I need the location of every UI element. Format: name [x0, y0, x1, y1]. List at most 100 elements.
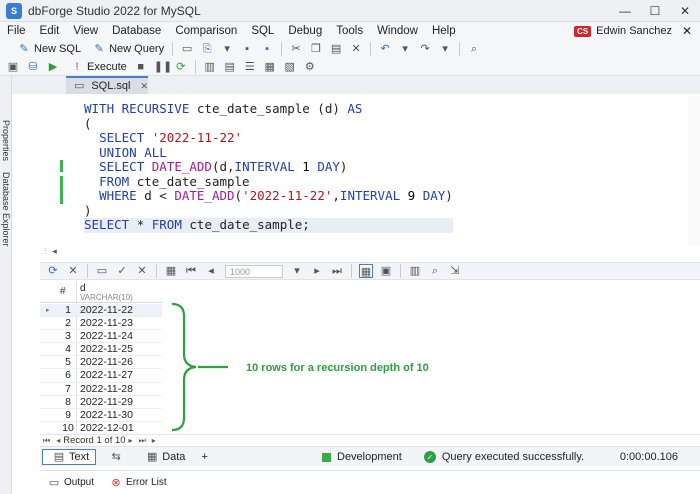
undo-icon[interactable]: ↶	[378, 42, 392, 56]
first-page-icon[interactable]: ⏮	[184, 264, 198, 278]
table-row[interactable]: 10 2022-12-01	[40, 422, 162, 435]
grid-icon[interactable]: ▦	[164, 264, 178, 278]
menu-file[interactable]: File	[0, 25, 33, 37]
undo-dropdown-icon[interactable]: ▾	[398, 42, 412, 56]
cell-d[interactable]: 2022-11-28	[80, 383, 133, 395]
execute-button[interactable]: ! Execute	[67, 60, 126, 74]
paste-icon[interactable]: ▤	[329, 42, 343, 56]
connection-icon[interactable]: ▣	[6, 60, 20, 74]
table-row[interactable]: 6 2022-11-27	[40, 369, 162, 383]
scroll-right-icon[interactable]: ▸	[152, 436, 156, 445]
table-row[interactable]: ▸ 1 2022-11-22	[40, 304, 162, 318]
table-row[interactable]: 5 2022-11-26	[40, 356, 162, 370]
menu-comparison[interactable]: Comparison	[168, 25, 244, 37]
layout-icon[interactable]: ▦	[263, 60, 277, 74]
new-query-button[interactable]: ✎ New Query	[89, 42, 164, 56]
user-account[interactable]: CS Edwin Sanchez	[574, 22, 672, 40]
new-document-icon[interactable]: ▭	[180, 42, 194, 56]
table-row[interactable]: 3 2022-11-24	[40, 330, 162, 344]
apply-icon[interactable]: ✓	[115, 264, 129, 278]
code-line[interactable]: SELECT '2022-11-22'	[84, 130, 453, 146]
refresh-grid-icon[interactable]: ⟳	[46, 264, 60, 278]
cell-d[interactable]: 2022-11-23	[80, 317, 133, 329]
last-record-icon[interactable]: ⏭	[139, 436, 146, 446]
delete-icon[interactable]: ✕	[349, 42, 363, 56]
code-line[interactable]: (	[84, 116, 453, 132]
cell-d[interactable]: 2022-11-30	[80, 409, 133, 421]
menu-database[interactable]: Database	[105, 25, 168, 37]
open-icon[interactable]: ⎘	[200, 42, 214, 56]
cell-d[interactable]: 2022-12-01	[80, 422, 134, 434]
table-row[interactable]: 2 2022-11-23	[40, 317, 162, 331]
maximize-button[interactable]: ☐	[640, 0, 670, 22]
code-line[interactable]: WITH RECURSIVE cte_date_sample (d) AS	[84, 101, 453, 117]
cell-d[interactable]: 2022-11-24	[80, 330, 133, 342]
first-record-icon[interactable]: ⏮	[43, 436, 50, 446]
save-icon[interactable]: ▪	[240, 42, 254, 56]
dropdown-icon[interactable]: ▾	[220, 42, 234, 56]
redo-icon[interactable]: ↷	[418, 42, 432, 56]
page-size-dropdown-icon[interactable]: ▾	[290, 264, 304, 278]
new-sql-button[interactable]: ✎ New SQL	[14, 42, 81, 56]
menu-help[interactable]: Help	[425, 25, 463, 37]
pause-icon[interactable]: ❚❚	[154, 60, 172, 74]
cancel-icon[interactable]: ✕	[66, 264, 80, 278]
code-area[interactable]: WITH RECURSIVE cte_date_sample (d) AS( S…	[84, 101, 453, 233]
refresh-icon[interactable]: ⟳	[174, 60, 188, 74]
code-line[interactable]: )	[84, 203, 453, 219]
prev-record-icon[interactable]: ◂	[56, 436, 60, 445]
menu-sql[interactable]: SQL	[244, 25, 281, 37]
tab-data[interactable]: ▦ Data	[136, 449, 191, 465]
minimize-button[interactable]: —	[610, 0, 640, 22]
tab-text[interactable]: ▤ Text	[42, 448, 97, 465]
save-all-icon[interactable]: ▪	[260, 42, 274, 56]
menu-edit[interactable]: Edit	[33, 25, 67, 37]
stop-icon[interactable]: ■	[134, 60, 148, 74]
prev-page-icon[interactable]: ◂	[204, 264, 218, 278]
menu-window[interactable]: Window	[370, 25, 425, 37]
next-page-icon[interactable]: ▸	[310, 264, 324, 278]
code-line[interactable]: SELECT DATE_ADD(d,INTERVAL 1 DAY)	[84, 159, 453, 175]
editor-scrollbar[interactable]	[688, 96, 700, 246]
database-explorer-tab[interactable]: Database Explorer	[1, 172, 11, 247]
export-icon[interactable]: ⇲	[448, 264, 462, 278]
discard-icon[interactable]: ✕	[135, 264, 149, 278]
format-icon[interactable]: ▥	[203, 60, 217, 74]
code-line[interactable]: WHERE d < DATE_ADD('2022-11-22',INTERVAL…	[84, 188, 453, 204]
columns-icon[interactable]: ▥	[408, 264, 422, 278]
tab-close-icon[interactable]: ✕	[140, 81, 148, 92]
next-record-icon[interactable]: ▸	[129, 436, 133, 445]
cell-d[interactable]: 2022-11-27	[80, 369, 133, 381]
sql-editor[interactable]: WITH RECURSIVE cte_date_sample (d) AS( S…	[40, 96, 700, 246]
card-view-icon[interactable]: ▣	[379, 264, 393, 278]
table-row[interactable]: 8 2022-11-29	[40, 396, 162, 409]
add-tab-button[interactable]: +	[195, 449, 213, 465]
menu-view[interactable]: View	[66, 25, 105, 37]
outline-icon[interactable]: ☰	[243, 60, 257, 74]
code-line[interactable]: SELECT * FROM cte_date_sample;	[84, 217, 453, 233]
close-button[interactable]: ✕	[670, 0, 700, 22]
edit-icon[interactable]: ▭	[95, 264, 109, 278]
output-tab[interactable]: ▭ Output	[44, 476, 94, 490]
table-row[interactable]: 9 2022-11-30	[40, 409, 162, 422]
scroll-left-icon[interactable]: ◂	[52, 246, 57, 257]
copy-icon[interactable]: ❐	[309, 42, 323, 56]
find-icon[interactable]: ⌕	[428, 264, 442, 278]
grid-view-icon[interactable]: ▦	[359, 264, 373, 278]
result-grid[interactable]: # d VARCHAR(10) ▸ 1 2022-11-22 2 2022-11-23 3…	[40, 282, 162, 435]
table-row[interactable]: 4 2022-11-25	[40, 343, 162, 357]
image-icon[interactable]: ▧	[283, 60, 297, 74]
table-row[interactable]: 7 2022-11-28	[40, 383, 162, 396]
redo-dropdown-icon[interactable]: ▾	[438, 42, 452, 56]
cell-d[interactable]: 2022-11-29	[80, 396, 133, 408]
last-page-icon[interactable]: ⏭	[330, 264, 344, 278]
menu-tools[interactable]: Tools	[329, 25, 370, 37]
cell-d[interactable]: 2022-11-26	[80, 356, 133, 368]
close-document-button[interactable]: ✕	[682, 24, 692, 38]
search-icon[interactable]: ⌕	[467, 42, 481, 56]
database-icon[interactable]: ⛁	[26, 60, 40, 74]
menu-debug[interactable]: Debug	[281, 25, 329, 37]
page-size-input[interactable]: 1000	[225, 264, 283, 278]
cut-icon[interactable]: ✂	[289, 42, 303, 56]
split-icon[interactable]: ⫶	[44, 246, 46, 257]
